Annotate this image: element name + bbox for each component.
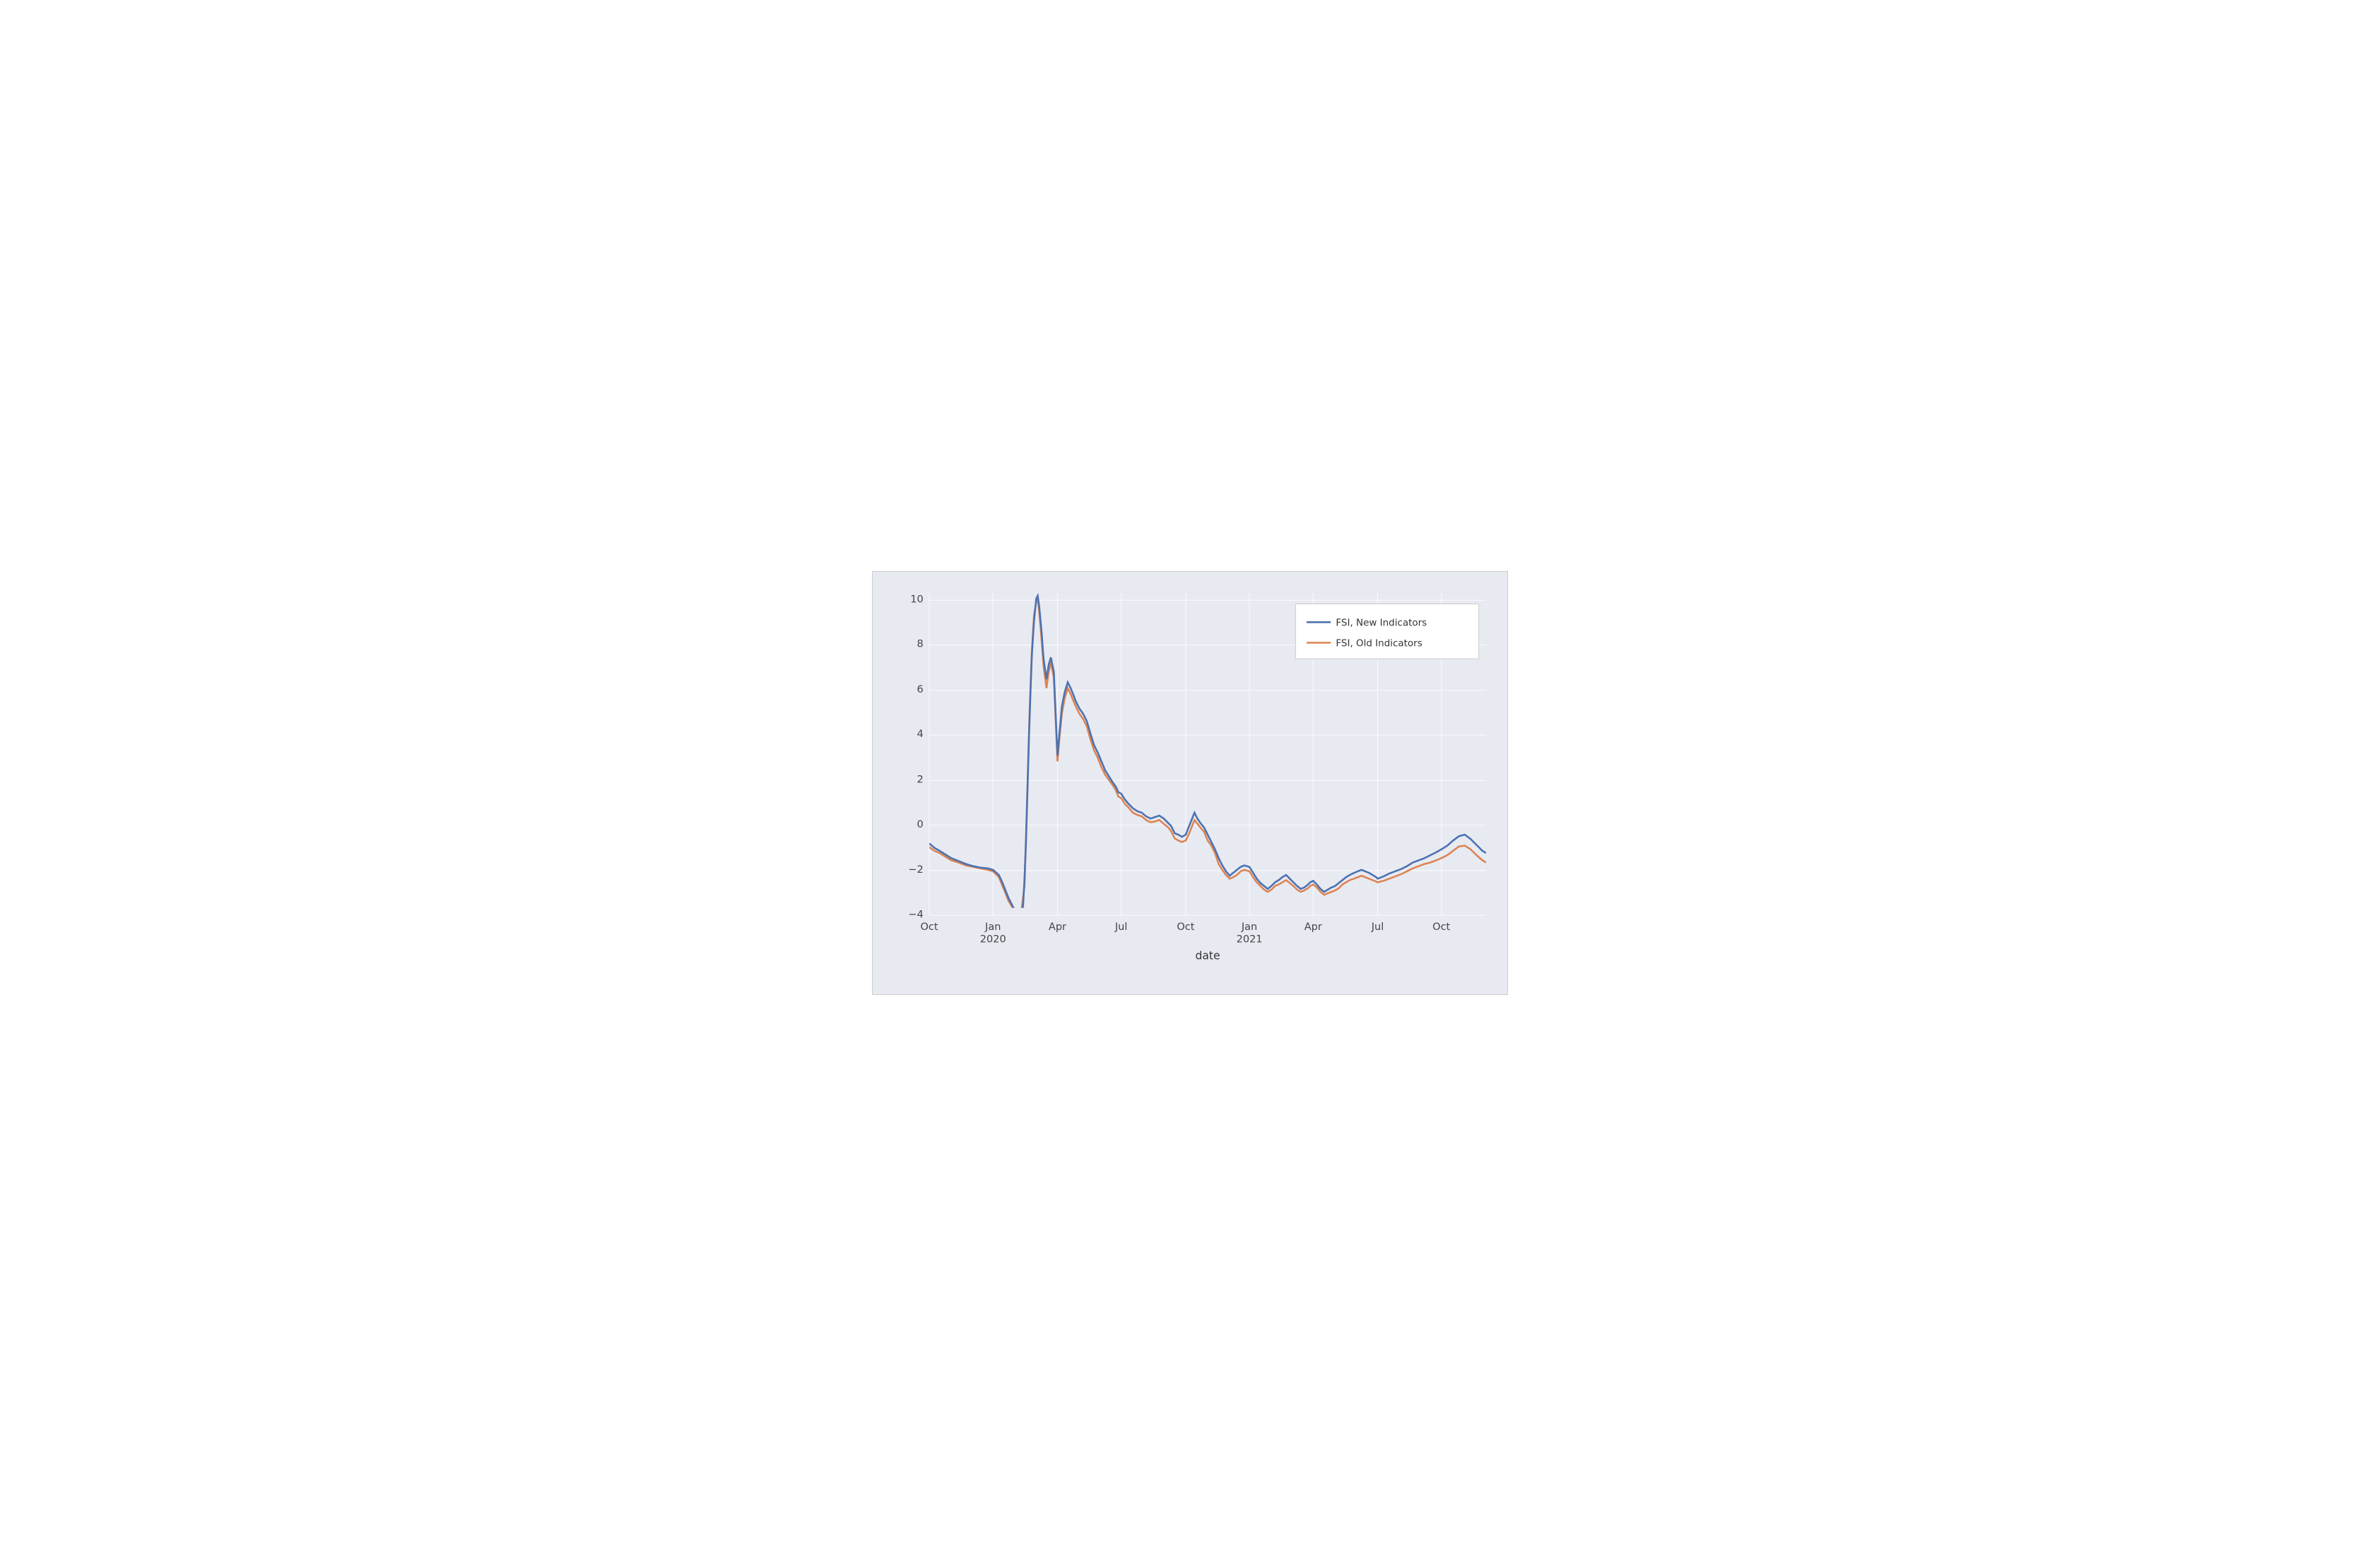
x-tick-jul-2021: Jul xyxy=(1371,922,1384,933)
x-year-2020: 2020 xyxy=(980,934,1006,946)
y-tick-neg4: −4 xyxy=(908,909,923,920)
y-tick-10: 10 xyxy=(910,594,923,605)
y-tick-4: 4 xyxy=(917,729,924,740)
x-tick-apr-2020: Apr xyxy=(1049,922,1066,933)
x-tick-oct-2019: Oct xyxy=(921,922,938,933)
chart-plot-area: 10 8 6 4 2 0 −2 −4 Oct Jan 2020 Apr Jul … xyxy=(922,593,1493,952)
x-tick-oct-2020: Oct xyxy=(1177,922,1194,933)
legend-box xyxy=(1295,604,1478,659)
x-tick-jan-2020: Jan xyxy=(984,922,1001,933)
x-axis-label: date xyxy=(1195,949,1220,962)
legend-old-label: FSI, Old Indicators xyxy=(1336,638,1422,649)
x-year-2021: 2021 xyxy=(1237,934,1263,946)
y-tick-neg2: −2 xyxy=(908,864,923,876)
x-tick-apr-2021: Apr xyxy=(1304,922,1322,933)
x-tick-jan-2021: Jan xyxy=(1241,922,1257,933)
x-tick-jul-2020: Jul xyxy=(1114,922,1128,933)
y-tick-6: 6 xyxy=(917,684,924,695)
chart-container: 10 8 6 4 2 0 −2 −4 Oct Jan 2020 Apr Jul … xyxy=(872,571,1508,995)
legend-new-label: FSI, New Indicators xyxy=(1336,618,1427,629)
y-tick-2: 2 xyxy=(917,775,924,786)
y-tick-0: 0 xyxy=(917,819,924,830)
x-tick-oct-2021: Oct xyxy=(1432,922,1450,933)
chart-svg: 10 8 6 4 2 0 −2 −4 Oct Jan 2020 Apr Jul … xyxy=(922,593,1493,952)
y-tick-8: 8 xyxy=(917,639,924,650)
